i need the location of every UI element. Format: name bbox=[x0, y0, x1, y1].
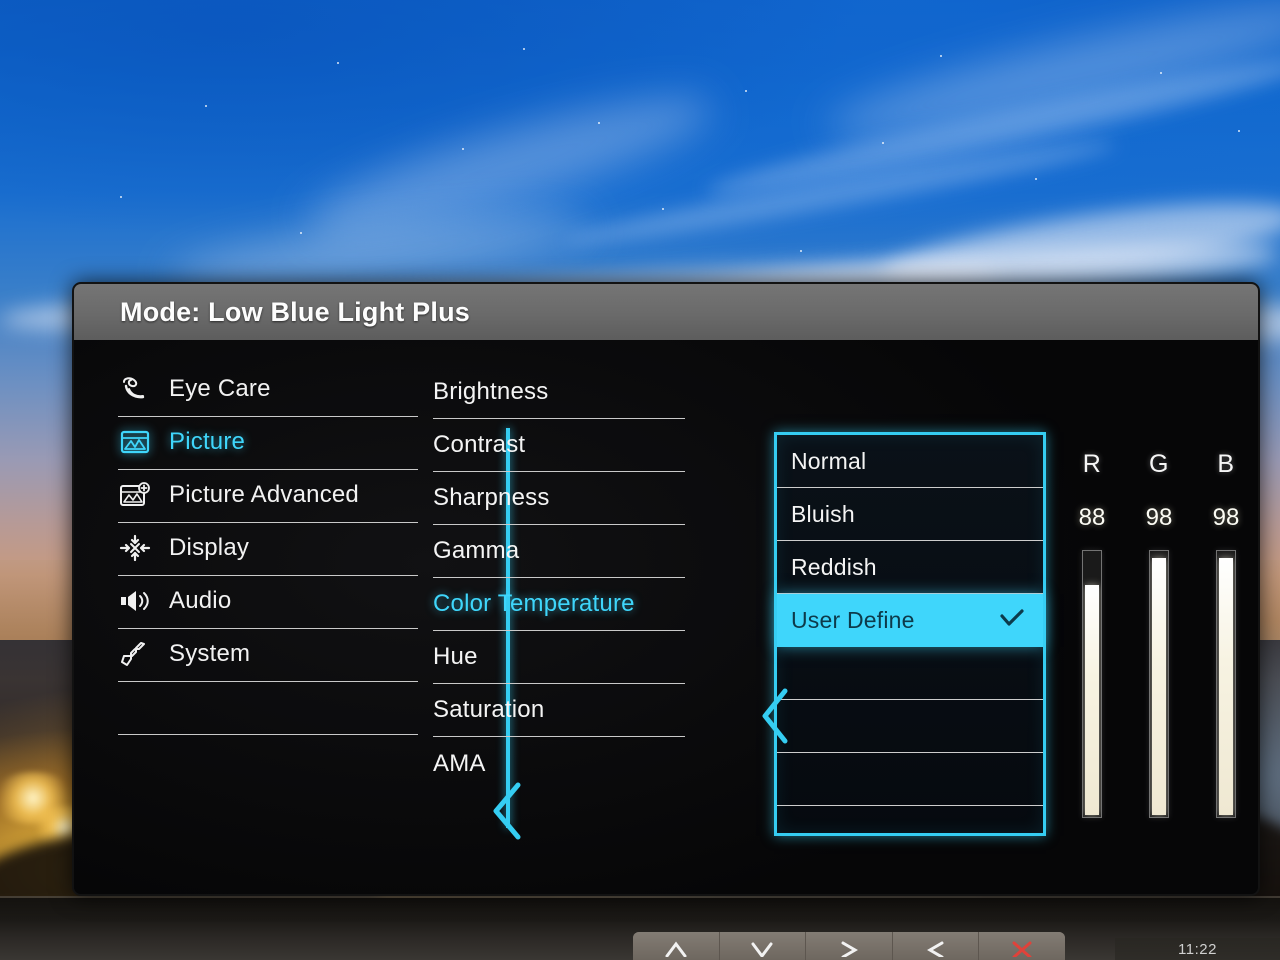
category-column: Eye Care Picture Picture Advanced Displa… bbox=[74, 340, 419, 894]
sidebar-item-label: Picture bbox=[169, 428, 246, 455]
sidebar-item-label: Eye Care bbox=[169, 375, 271, 402]
option-label: User Define bbox=[791, 606, 915, 633]
sidebar-item-label: Picture Advanced bbox=[169, 481, 359, 508]
item-label: Saturation bbox=[433, 696, 545, 723]
option-user-define[interactable]: User Define bbox=[777, 594, 1043, 647]
item-label: Brightness bbox=[433, 378, 549, 405]
rgb-channel-g[interactable]: G 98 bbox=[1131, 450, 1187, 850]
display-icon bbox=[118, 533, 152, 563]
taskbar-clock: 11:22 bbox=[1115, 938, 1280, 960]
hw-button-down[interactable] bbox=[719, 932, 807, 960]
hardware-button-strip[interactable] bbox=[633, 932, 1065, 960]
item-label: AMA bbox=[433, 749, 486, 777]
item-sharpness[interactable]: Sharpness bbox=[433, 472, 685, 525]
rgb-slider-fill-r bbox=[1085, 584, 1099, 815]
option-empty-2 bbox=[777, 700, 1043, 753]
option-column: Normal Bluish Reddish User Define bbox=[762, 432, 1046, 836]
rgb-channel-value: 98 bbox=[1145, 504, 1173, 531]
osd-body: Eye Care Picture Picture Advanced Displa… bbox=[74, 340, 1258, 894]
system-icon bbox=[118, 639, 152, 669]
option-label: Bluish bbox=[791, 500, 855, 527]
hw-button-back[interactable] bbox=[892, 932, 980, 960]
item-gamma[interactable]: Gamma bbox=[433, 525, 685, 578]
picture-icon bbox=[118, 427, 152, 457]
sidebar-item-picture-advanced[interactable]: Picture Advanced bbox=[118, 470, 418, 523]
rgb-channel-label: G bbox=[1149, 450, 1169, 478]
rgb-slider-track-b[interactable] bbox=[1216, 550, 1236, 818]
category-list-spacer bbox=[118, 682, 418, 735]
item-ama[interactable]: AMA bbox=[433, 737, 685, 790]
option-reddish[interactable]: Reddish bbox=[777, 541, 1043, 594]
item-column: Brightness Contrast Sharpness Gamma Colo… bbox=[419, 340, 687, 894]
hw-button-up[interactable] bbox=[633, 932, 720, 960]
option-empty-3 bbox=[777, 753, 1043, 806]
item-label: Contrast bbox=[433, 431, 526, 458]
eye-care-icon bbox=[118, 374, 152, 404]
rgb-channel-value: 98 bbox=[1212, 504, 1240, 531]
option-label: Reddish bbox=[791, 553, 877, 580]
item-saturation[interactable]: Saturation bbox=[433, 684, 685, 737]
hw-button-right[interactable] bbox=[806, 932, 893, 960]
osd-menu: Mode: Low Blue Light Plus Eye Care Pictu… bbox=[72, 282, 1260, 896]
item-hue[interactable]: Hue bbox=[433, 631, 685, 684]
chevron-left-icon-options bbox=[757, 687, 791, 750]
sidebar-item-label: Display bbox=[169, 534, 250, 561]
rgb-channel-value: 88 bbox=[1078, 504, 1106, 531]
rgb-channel-r[interactable]: R 88 bbox=[1064, 450, 1120, 850]
rgb-slider-panel: R 88 G 98 B 98 bbox=[1064, 450, 1254, 850]
rgb-channel-b[interactable]: B 98 bbox=[1198, 450, 1254, 850]
sidebar-item-system[interactable]: System bbox=[118, 629, 418, 682]
osd-titlebar: Mode: Low Blue Light Plus bbox=[74, 284, 1258, 340]
rgb-slider-track-g[interactable] bbox=[1149, 550, 1169, 818]
option-bluish[interactable]: Bluish bbox=[777, 488, 1043, 541]
item-color-temperature[interactable]: Color Temperature bbox=[433, 578, 685, 631]
item-brightness[interactable]: Brightness bbox=[433, 366, 685, 419]
picture-advanced-icon bbox=[118, 480, 152, 510]
item-label: Sharpness bbox=[433, 484, 550, 511]
option-label: Normal bbox=[791, 447, 867, 474]
sidebar-item-label: Audio bbox=[169, 587, 232, 614]
audio-icon bbox=[118, 586, 152, 616]
check-icon bbox=[997, 607, 1027, 634]
sidebar-item-eye-care[interactable]: Eye Care bbox=[118, 364, 418, 417]
rgb-slider-fill-b bbox=[1219, 558, 1233, 815]
sidebar-item-label: System bbox=[169, 640, 251, 667]
rgb-slider-fill-g bbox=[1152, 558, 1166, 815]
item-label: Color Temperature bbox=[433, 590, 635, 617]
item-label: Gamma bbox=[433, 537, 520, 564]
rgb-channel-label: R bbox=[1082, 450, 1102, 478]
option-normal[interactable]: Normal bbox=[777, 435, 1043, 488]
option-empty-1 bbox=[777, 647, 1043, 700]
sidebar-item-display[interactable]: Display bbox=[118, 523, 418, 576]
osd-mode-title: Mode: Low Blue Light Plus bbox=[120, 296, 470, 327]
item-contrast[interactable]: Contrast bbox=[433, 419, 685, 472]
sidebar-item-audio[interactable]: Audio bbox=[118, 576, 418, 629]
sidebar-item-picture[interactable]: Picture bbox=[118, 417, 418, 470]
rgb-slider-track-r[interactable] bbox=[1082, 550, 1102, 818]
rgb-channel-label: B bbox=[1217, 450, 1235, 478]
item-label: Hue bbox=[433, 643, 478, 670]
hw-button-exit[interactable] bbox=[979, 932, 1065, 960]
